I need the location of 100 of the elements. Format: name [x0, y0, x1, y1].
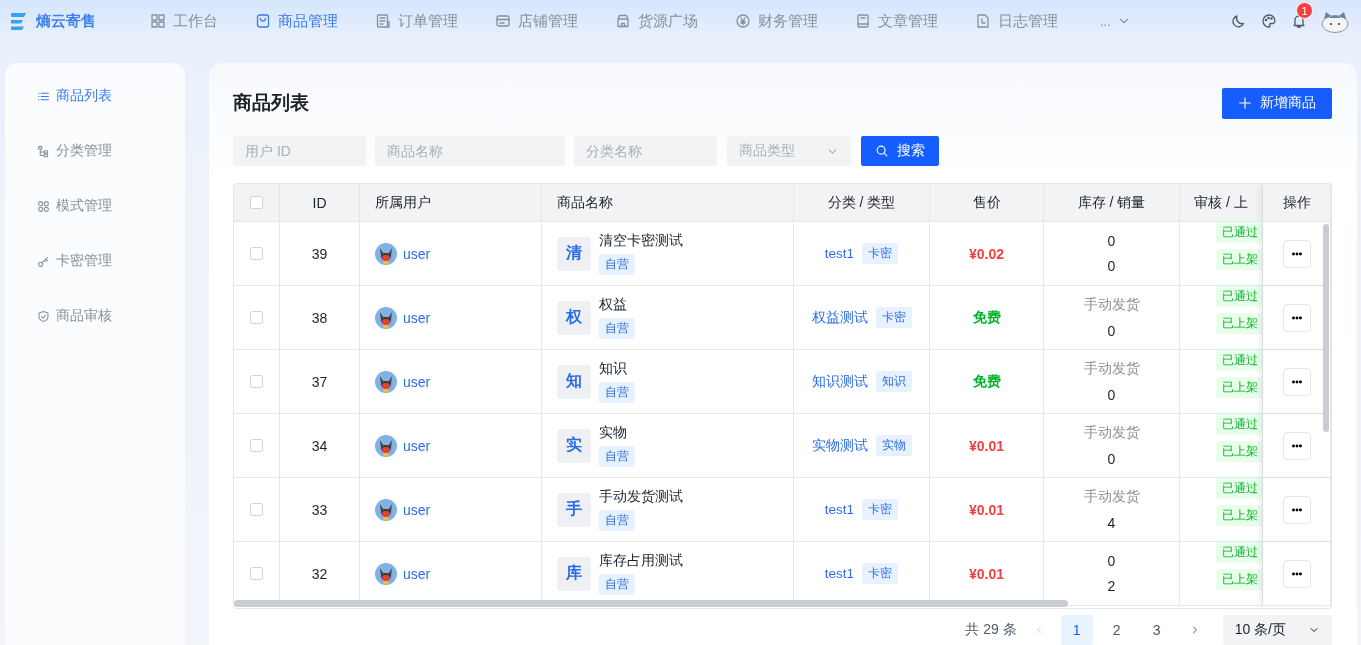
- nav-tab[interactable]: 订单管理: [370, 11, 478, 31]
- more-actions-button[interactable]: [1282, 559, 1311, 588]
- price-text: ¥0.01: [968, 437, 1004, 454]
- self-operated-tag: 自营: [599, 510, 635, 531]
- category-name-field[interactable]: 分类名称: [574, 136, 717, 166]
- type-tag: 卡密: [862, 563, 899, 584]
- row-checkbox[interactable]: [250, 439, 263, 452]
- nav-tab[interactable]: 财务管理: [730, 11, 838, 31]
- category-link[interactable]: test1: [824, 246, 855, 261]
- sidebar-item[interactable]: 分类管理: [37, 140, 185, 162]
- horizontal-scrollbar[interactable]: [234, 600, 1068, 607]
- page-button[interactable]: 2: [1100, 615, 1133, 645]
- user-link[interactable]: user: [403, 437, 431, 454]
- user-link[interactable]: user: [403, 309, 431, 326]
- self-operated-tag: 自营: [599, 382, 635, 403]
- nav-tab[interactable]: 日志管理: [970, 11, 1078, 31]
- product-initial-icon: 权: [557, 300, 591, 335]
- price-text: ¥0.01: [968, 565, 1004, 582]
- add-product-button[interactable]: 新增商品: [1222, 87, 1332, 119]
- column-header: 商品名称: [542, 184, 794, 222]
- product-name-field[interactable]: 商品名称: [375, 136, 565, 166]
- sales-text: 0: [1107, 387, 1116, 403]
- user-id-field[interactable]: 用户 ID: [233, 136, 366, 166]
- type-tag: 卡密: [862, 243, 899, 264]
- listing-status-tag: 已上架: [1216, 569, 1262, 590]
- listing-status-tag: 已上架: [1216, 249, 1262, 270]
- key-icon: [37, 254, 50, 268]
- user-link[interactable]: user: [403, 501, 431, 518]
- bag-icon: [255, 13, 271, 29]
- price-text: ¥0.02: [968, 245, 1004, 262]
- sales-text: 0: [1107, 451, 1116, 467]
- select-all-checkbox[interactable]: [250, 196, 263, 209]
- bell-icon: [1291, 13, 1307, 29]
- category-link[interactable]: 知识测试: [811, 372, 868, 391]
- nav-tab[interactable]: 工作台: [145, 11, 238, 31]
- card-icon: [495, 13, 511, 29]
- nav-tab[interactable]: 货源广场: [610, 11, 718, 31]
- vertical-scrollbar[interactable]: [1323, 224, 1329, 432]
- stock-text: 手动发货: [1083, 424, 1140, 442]
- sidebar-item[interactable]: 商品审核: [37, 305, 185, 327]
- user-link[interactable]: user: [403, 565, 431, 582]
- plus-icon: [1238, 96, 1252, 110]
- row-checkbox[interactable]: [250, 247, 263, 260]
- id-cell: 39: [280, 222, 360, 286]
- tree-icon: [37, 144, 50, 158]
- id-cell: 33: [280, 478, 360, 542]
- book-icon: [855, 13, 871, 29]
- yen-coin-icon: [735, 13, 751, 29]
- listing-status-tag: 已上架: [1216, 505, 1262, 526]
- more-actions-button[interactable]: [1282, 495, 1311, 524]
- column-header: 库存 / 销量: [1044, 184, 1180, 222]
- nav-tab[interactable]: 文章管理: [850, 11, 958, 31]
- avatar-icon[interactable]: [1321, 9, 1349, 33]
- category-link[interactable]: test1: [824, 566, 855, 581]
- review-status-tag: 已通过: [1216, 478, 1262, 499]
- sidebar-item[interactable]: 商品列表: [37, 85, 185, 107]
- nav-tab[interactable]: 店铺管理: [490, 11, 598, 31]
- nav-tab[interactable]: 商品管理: [250, 11, 358, 31]
- product-name: 手动发货测试: [599, 488, 683, 506]
- category-link[interactable]: 实物测试: [811, 436, 868, 455]
- page-size-dropdown[interactable]: 10 条/页: [1222, 615, 1332, 645]
- product-initial-icon: 清: [557, 236, 591, 271]
- review-status-tag: 已通过: [1216, 222, 1262, 243]
- search-button[interactable]: 搜索: [861, 136, 939, 166]
- more-actions-button[interactable]: [1282, 431, 1311, 460]
- user-link[interactable]: user: [403, 245, 431, 262]
- page-button[interactable]: 1: [1060, 615, 1093, 645]
- search-icon: [875, 144, 889, 158]
- category-link[interactable]: 权益测试: [811, 308, 868, 327]
- grid-icon: [150, 13, 166, 29]
- self-operated-tag: 自营: [599, 254, 635, 275]
- row-checkbox[interactable]: [250, 503, 263, 516]
- sidebar-item[interactable]: 模式管理: [37, 195, 185, 217]
- sidebar-item[interactable]: 卡密管理: [37, 250, 185, 272]
- column-header: 操作: [1263, 184, 1331, 222]
- more-actions-button[interactable]: [1282, 303, 1311, 332]
- row-checkbox[interactable]: [250, 567, 263, 580]
- user-avatar-icon: [375, 370, 397, 393]
- product-name: 实物: [599, 424, 627, 442]
- sales-text: 2: [1107, 578, 1116, 594]
- sales-text: 0: [1107, 258, 1116, 274]
- row-checkbox[interactable]: [250, 375, 263, 388]
- palette-icon: [1261, 13, 1277, 29]
- type-tag: 卡密: [875, 307, 912, 328]
- product-name: 清空卡密测试: [599, 232, 683, 250]
- stock-text: 0: [1107, 233, 1116, 249]
- more-actions-button[interactable]: [1282, 367, 1311, 396]
- user-link[interactable]: user: [403, 373, 431, 390]
- user-avatar-icon: [375, 242, 397, 265]
- more-actions-button[interactable]: [1282, 239, 1311, 268]
- sales-text: 0: [1107, 323, 1116, 339]
- review-status-tag: 已通过: [1216, 414, 1262, 435]
- column-header: 审核 / 上: [1180, 184, 1263, 222]
- page-button[interactable]: 3: [1140, 615, 1173, 645]
- category-link[interactable]: test1: [824, 502, 855, 517]
- more-menu[interactable]: ...: [1090, 13, 1131, 29]
- row-checkbox[interactable]: [250, 311, 263, 324]
- product-name: 知识: [599, 360, 627, 378]
- user-avatar-icon: [375, 498, 397, 521]
- four-circles-icon: [37, 199, 50, 213]
